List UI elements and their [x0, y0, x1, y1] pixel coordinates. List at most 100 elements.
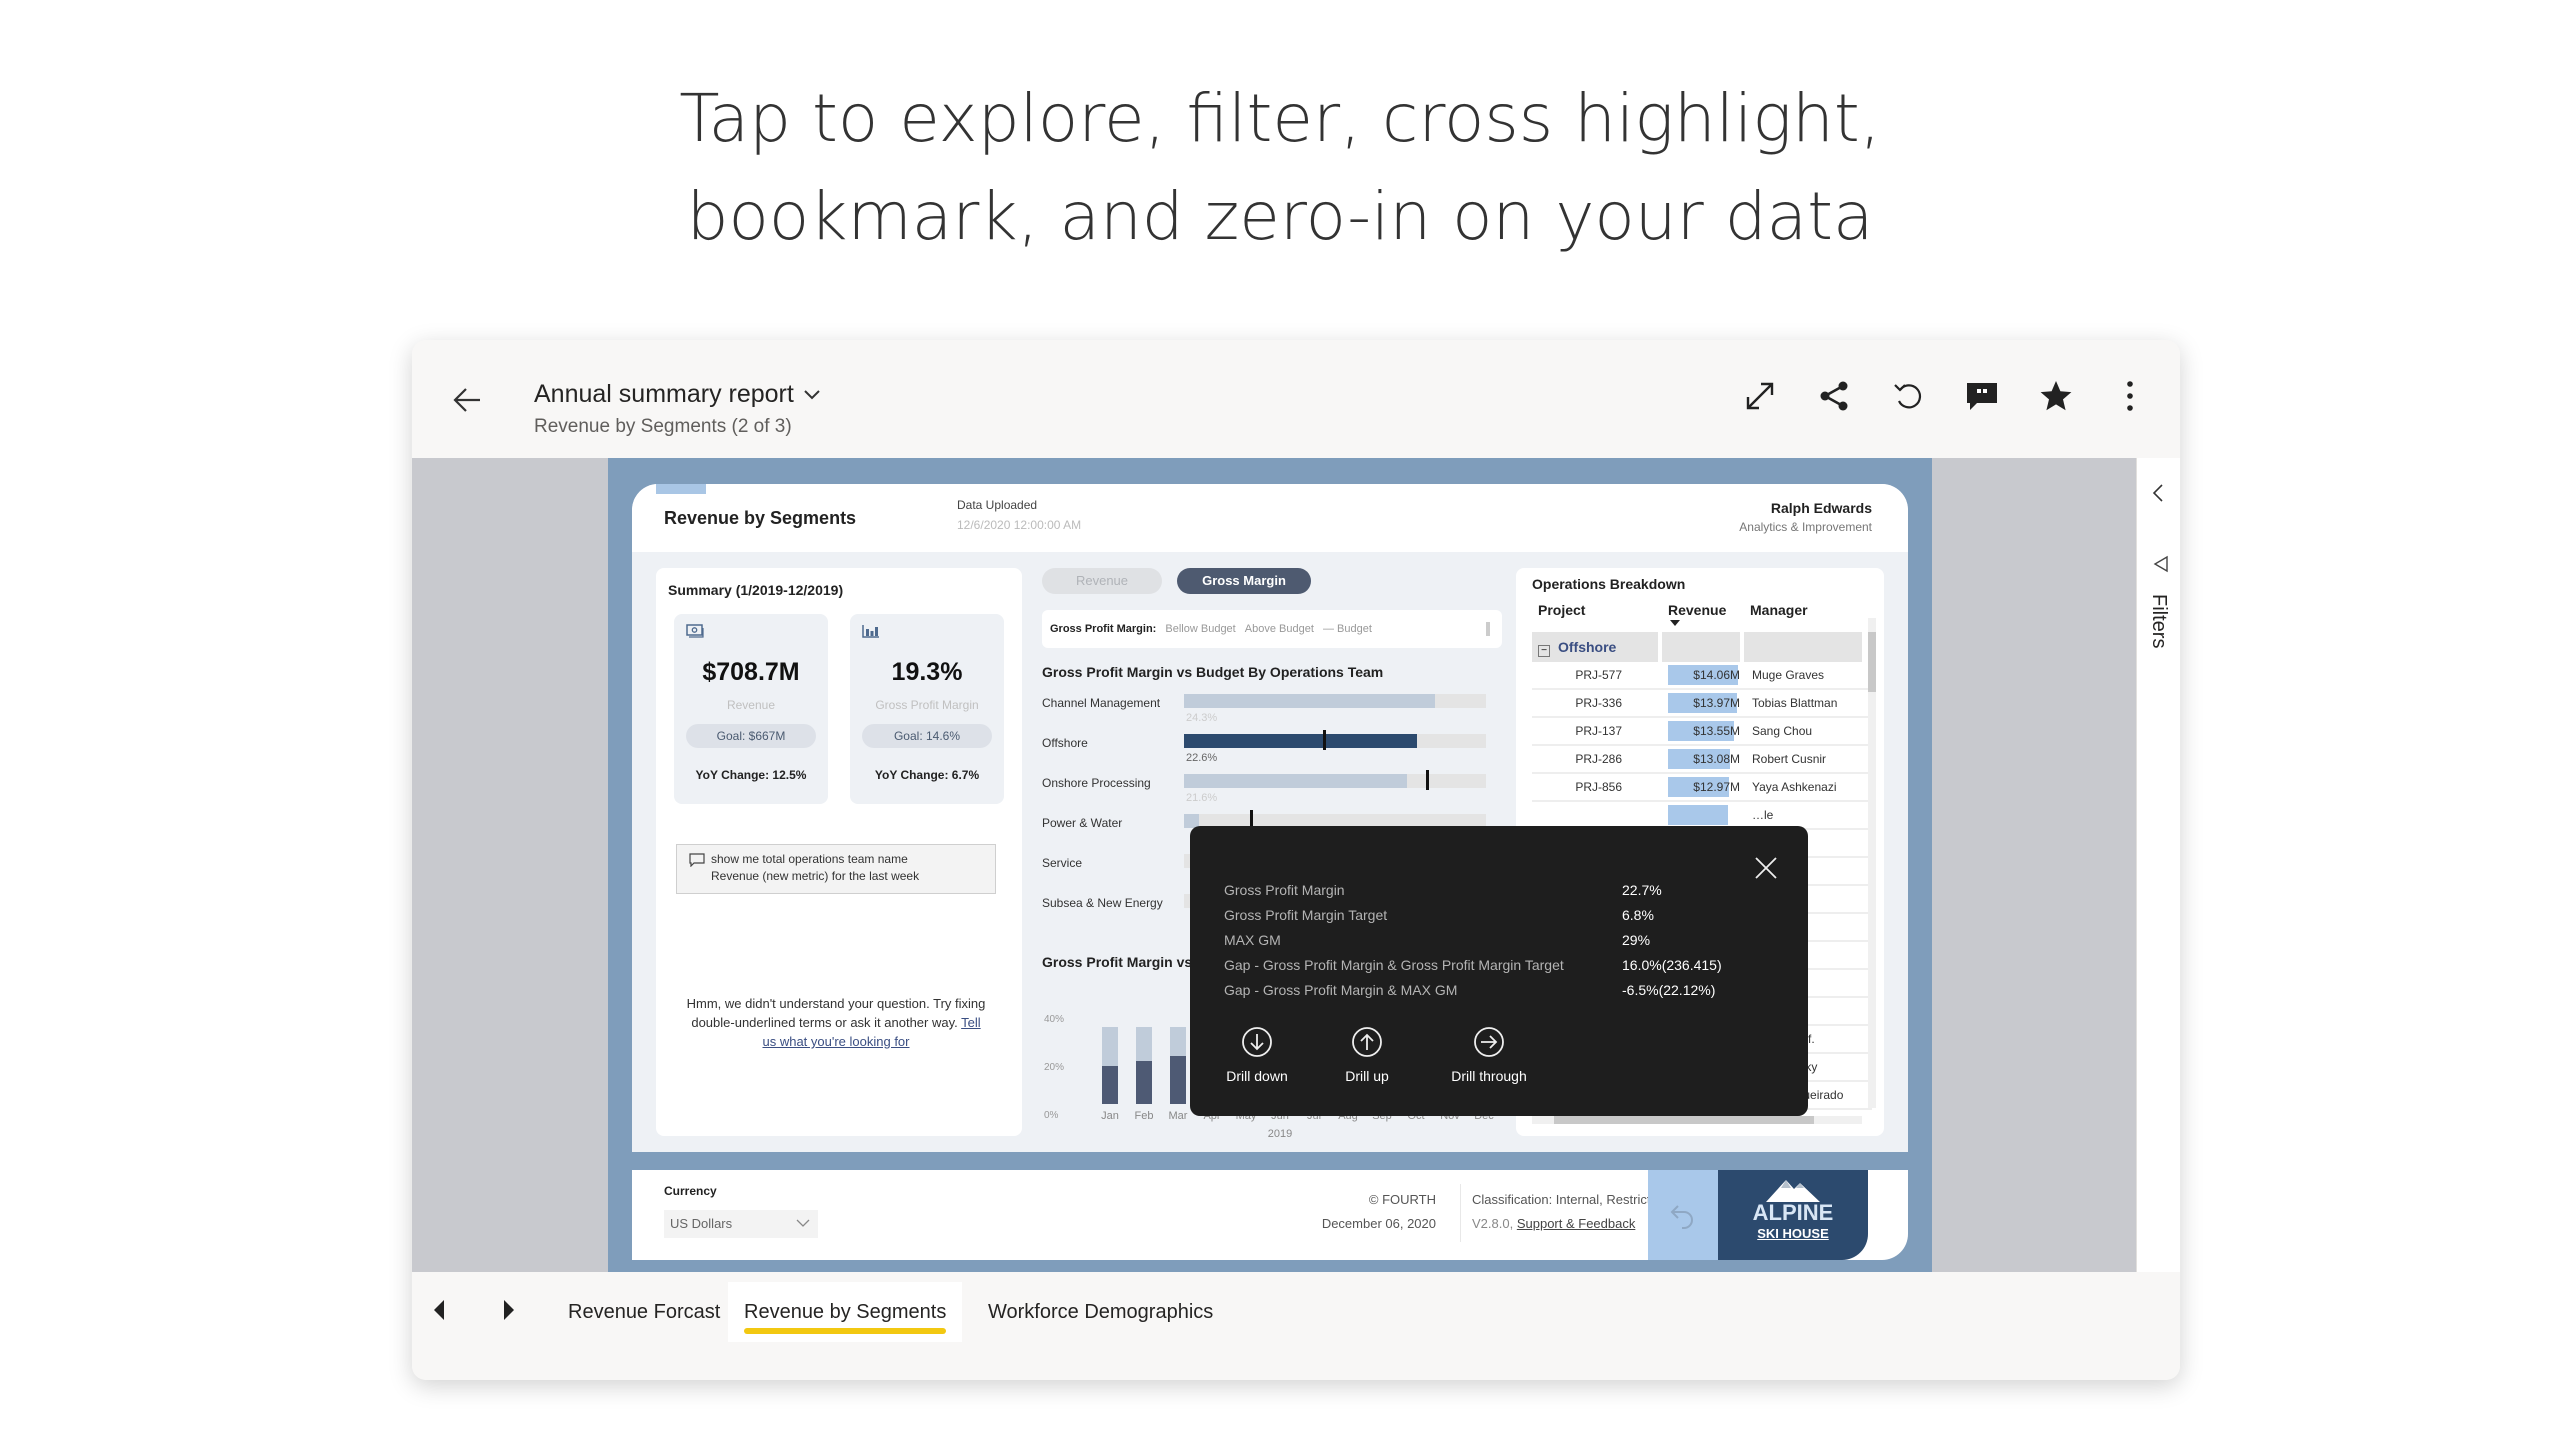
drill-down-button[interactable]: Drill down — [1214, 1026, 1300, 1084]
currency-label: Currency — [664, 1184, 717, 1198]
column-header-revenue[interactable]: Revenue — [1662, 598, 1744, 632]
table-row[interactable]: PRJ-856 $12.97M Yaya Ashkenazi — [1532, 774, 1872, 802]
toggle-gross-margin[interactable]: Gross Margin — [1177, 568, 1311, 594]
column-bar[interactable] — [1136, 1027, 1152, 1104]
copyright-date: December 06, 2020 — [1321, 1216, 1436, 1231]
chevron-left-icon[interactable] — [2149, 482, 2167, 504]
bullet-row-label: Channel Management — [1042, 696, 1161, 710]
next-page-button[interactable] — [502, 1298, 522, 1326]
table-row[interactable]: PRJ-137 $13.55M Sang Chou — [1532, 718, 1872, 746]
back-navigation-button[interactable] — [1648, 1170, 1718, 1260]
close-icon[interactable] — [1754, 856, 1778, 880]
revenue-value: $14.06M — [1693, 668, 1740, 682]
favorite-button[interactable] — [2036, 376, 2076, 416]
page-tab-bar: Revenue Forcast Revenue by Segments Workfo… — [412, 1272, 2180, 1380]
bullet-bar[interactable] — [1184, 694, 1435, 708]
tooltip-row: Gap - Gross Profit Margin & Gross Profit… — [1224, 953, 1744, 978]
bullet-row[interactable]: Offshore 22.6% — [1042, 730, 1502, 772]
tooltip-key: MAX GM — [1224, 932, 1281, 948]
table-row[interactable]: PRJ-286 $13.08M Robert Cusnir — [1532, 746, 1872, 774]
more-options-button[interactable] — [2110, 376, 2150, 416]
mountain-icon — [1766, 1180, 1820, 1202]
cell-manager: Tobias Blattman — [1752, 696, 1838, 710]
page-tab-label: Revenue by Segments — [744, 1301, 947, 1323]
cell-project: PRJ-286 — [1575, 752, 1622, 766]
cell-project — [1532, 802, 1662, 828]
support-feedback-link[interactable]: Support & Feedback — [1517, 1216, 1636, 1231]
cell-revenue: $13.97M — [1662, 690, 1744, 716]
page-tab[interactable]: Revenue by Segments — [728, 1282, 963, 1342]
kpi-revenue[interactable]: $708.7M Revenue Goal: $667M YoY Change: … — [674, 614, 828, 804]
drill-through-icon — [1474, 1027, 1504, 1057]
logo-line-1: ALPINE — [1752, 1200, 1834, 1225]
reset-button[interactable] — [1888, 376, 1928, 416]
table-horizontal-scrollbar[interactable] — [1532, 1116, 1862, 1124]
page-tab[interactable]: Workforce Demographics — [972, 1282, 1229, 1342]
revenue-data-bar — [1668, 805, 1729, 825]
drill-through-label: Drill through — [1451, 1068, 1527, 1084]
kpi-yoy-change: YoY Change: 12.5% — [695, 768, 807, 782]
table-row[interactable]: PRJ-336 $13.97M Tobias Blattman — [1532, 690, 1872, 718]
currency-select[interactable]: US Dollars — [664, 1210, 818, 1238]
group-row-offshore[interactable]: − Offshore — [1532, 632, 1872, 662]
previous-page-button[interactable] — [432, 1298, 452, 1326]
back-button[interactable] — [448, 380, 488, 420]
bullet-bar[interactable] — [1184, 774, 1408, 788]
chat-bubble-icon — [689, 853, 705, 867]
table-vertical-scrollbar[interactable] — [1868, 618, 1876, 1108]
report-canvas: Revenue by Segments Data Uploaded 12/6/2… — [412, 458, 2136, 1272]
comments-button[interactable] — [1962, 376, 2002, 416]
tooltip-row: MAX GM 29% — [1224, 928, 1744, 953]
column-bar[interactable] — [1170, 1027, 1186, 1104]
y-tick-label: 40% — [1044, 1014, 1065, 1025]
bar-chart-icon — [862, 625, 879, 638]
share-button[interactable] — [1814, 376, 1854, 416]
toggle-revenue[interactable]: Revenue — [1042, 568, 1162, 594]
operations-title: Operations Breakdown — [1532, 576, 1686, 592]
kpi-gross-profit-margin[interactable]: 19.3% Gross Profit Margin Goal: 14.6% Yo… — [850, 614, 1004, 804]
column-header-project[interactable]: Project — [1532, 598, 1662, 632]
y-tick-label: 0% — [1044, 1110, 1059, 1121]
tooltip-row: Gap - Gross Profit Margin & MAX GM -6.5%(… — [1224, 978, 1744, 1003]
copyright: © FOURTH — [1368, 1192, 1436, 1207]
active-tab-indicator — [744, 1328, 947, 1334]
table-header: Project Revenue Manager — [1532, 598, 1872, 632]
toolbar — [1740, 376, 2150, 416]
qna-message: Hmm, we didn't understand your question.… — [686, 994, 986, 1051]
expand-icon — [1746, 382, 1774, 410]
tooltip-key: Gap - Gross Profit Margin & Gross Profit… — [1224, 957, 1564, 973]
headline-line-2: bookmark, and zero-in on your data — [686, 178, 1874, 255]
tooltip-value: 29% — [1622, 932, 1651, 948]
tooltip-key: Gross Profit Margin — [1224, 882, 1345, 898]
bullet-row-label: Service — [1042, 856, 1083, 870]
cell-revenue: $13.08M — [1662, 746, 1744, 772]
table-row[interactable]: PRJ-577 $14.06M Muge Graves — [1532, 662, 1872, 690]
tooltip-values: Gross Profit Margin 22.7% Gross Profit Mar… — [1224, 878, 1744, 1003]
drill-up-button[interactable]: Drill up — [1332, 1026, 1402, 1084]
tooltip-row: Gross Profit Margin Target 6.8% — [1224, 903, 1744, 928]
kpi-value: 19.3% — [891, 658, 963, 686]
bullet-value-label: 22.6% — [1186, 752, 1218, 764]
bullet-row[interactable]: Onshore Processing 21.6% — [1042, 770, 1502, 812]
chevron-down-icon — [804, 389, 820, 399]
legend-scrollbar[interactable] — [1486, 622, 1490, 636]
bullet-bar[interactable] — [1184, 734, 1417, 748]
qna-input[interactable]: show me total operations team name Reven… — [676, 844, 996, 894]
kpi-label: Revenue — [726, 698, 776, 712]
filters-pane[interactable]: Filters — [2136, 458, 2180, 1272]
money-icon — [686, 624, 704, 638]
bullet-track — [1184, 770, 1486, 790]
budget-marker — [1425, 770, 1429, 790]
drill-up-icon — [1352, 1027, 1382, 1057]
app-window: Annual summary report Revenue by Segment… — [412, 340, 2180, 1380]
bullet-track — [1184, 694, 1486, 708]
column-header-manager[interactable]: Manager — [1744, 598, 1862, 632]
drill-through-button[interactable]: Drill through — [1434, 1026, 1544, 1084]
report-title-dropdown[interactable]: Annual summary report — [534, 380, 822, 409]
page-tab[interactable]: Revenue Forcast — [552, 1282, 736, 1342]
expand-button[interactable] — [1740, 376, 1780, 416]
bullet-row-label: Offshore — [1042, 736, 1088, 750]
column-bar[interactable] — [1102, 1027, 1118, 1104]
cell-revenue: $14.06M — [1662, 662, 1744, 688]
bullet-row[interactable]: Channel Management 24.3% — [1042, 692, 1502, 732]
